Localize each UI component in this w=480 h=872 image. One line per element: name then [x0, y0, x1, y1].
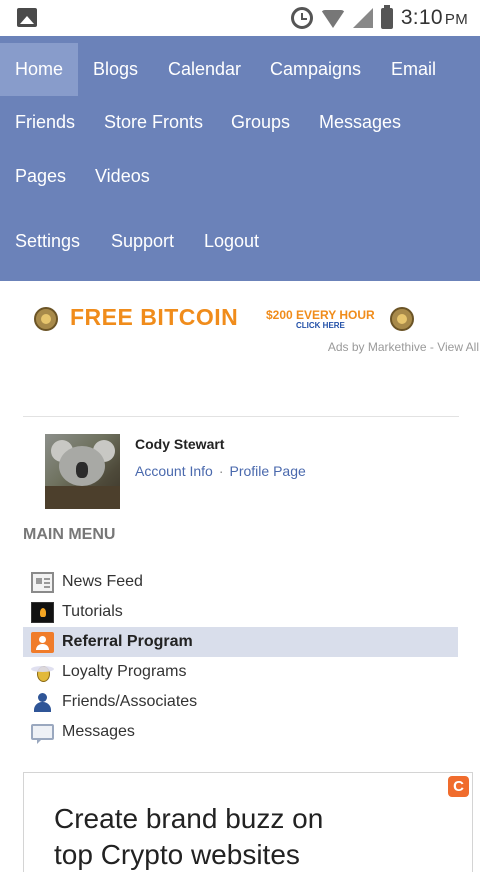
menu-item-label: Loyalty Programs: [62, 663, 187, 680]
bitcoin-coin-icon: [34, 307, 58, 331]
menu-item-loyalty-programs[interactable]: Loyalty Programs: [23, 657, 458, 687]
ad-title: FREE BITCOIN: [70, 304, 239, 330]
referral-icon: [31, 631, 54, 653]
menu-item-label: Friends/Associates: [62, 693, 198, 710]
menu-item-referral-program[interactable]: Referral Program: [23, 627, 458, 657]
promo-headline-2: top Crypto websites: [54, 839, 300, 870]
signal-icon: [352, 8, 373, 28]
avatar[interactable]: [45, 434, 120, 509]
nav-support[interactable]: Support: [96, 215, 189, 268]
nav-blogs[interactable]: Blogs: [78, 43, 153, 96]
bitcoin-coin-icon: [390, 307, 414, 331]
promo-headline: Create brand buzz on: [54, 803, 324, 834]
battery-icon: [380, 4, 393, 29]
time-ampm: PM: [444, 11, 468, 28]
menu-item-label: Messages: [62, 723, 135, 740]
koala-nose: [76, 462, 88, 478]
nav-store-fronts[interactable]: Store Fronts: [89, 96, 218, 149]
ad-offer: $200 EVERY HOUR: [266, 308, 375, 322]
wifi-icon: [320, 10, 345, 28]
nav-logout[interactable]: Logout: [189, 215, 274, 268]
ad-cta: CLICK HERE: [296, 321, 345, 330]
menu-item-tutorials[interactable]: Tutorials: [23, 597, 458, 627]
account-info-link[interactable]: Account Info: [135, 463, 213, 479]
menu-item-label: Referral Program: [62, 633, 193, 650]
divider: [23, 416, 459, 417]
main-nav: Home Blogs Calendar Campaigns Email Frie…: [0, 36, 480, 281]
message-icon: [31, 724, 54, 744]
promo-ad-card[interactable]: C Create brand buzz on top Crypto websit…: [23, 772, 473, 872]
link-separator: ·: [218, 463, 224, 479]
status-bar: 3:10 PM: [0, 0, 480, 36]
profile-links: Account Info · Profile Page: [135, 463, 306, 479]
status-icons: 3:10 PM: [290, 4, 468, 32]
koala-branch: [45, 486, 120, 509]
nav-home[interactable]: Home: [0, 43, 79, 96]
nav-videos[interactable]: Videos: [80, 150, 165, 203]
person-icon: [31, 692, 54, 713]
menu-item-label: News Feed: [62, 573, 143, 590]
nav-groups[interactable]: Groups: [216, 96, 305, 149]
bitcoin-ad-banner[interactable]: FREE BITCOIN $200 EVERY HOUR CLICK HERE: [30, 302, 420, 336]
menu-item-messages[interactable]: Messages: [23, 717, 458, 747]
menu-item-news-feed[interactable]: News Feed: [23, 567, 458, 597]
tutorials-icon: [31, 601, 54, 623]
alarm-icon: [290, 7, 313, 29]
user-name: Cody Stewart: [135, 436, 225, 452]
profile-page-link[interactable]: Profile Page: [230, 463, 306, 479]
news-feed-icon: [31, 571, 54, 593]
main-menu-list: News Feed Tutorials Referral Program Loy…: [23, 567, 458, 747]
ad-choices-icon[interactable]: C: [448, 776, 469, 797]
nav-messages[interactable]: Messages: [304, 96, 416, 149]
nav-campaigns[interactable]: Campaigns: [255, 43, 376, 96]
main-menu-heading: MAIN MENU: [23, 526, 116, 543]
bee-icon: [31, 662, 54, 683]
nav-friends[interactable]: Friends: [0, 96, 90, 149]
status-time: 3:10 PM: [401, 6, 468, 30]
nav-pages[interactable]: Pages: [0, 150, 81, 203]
time-value: 3:10: [400, 6, 443, 29]
menu-item-friends-associates[interactable]: Friends/Associates: [23, 687, 458, 717]
nav-calendar[interactable]: Calendar: [153, 43, 256, 96]
nav-email[interactable]: Email: [376, 43, 451, 96]
image-icon: [17, 8, 37, 27]
ads-by-link[interactable]: Ads by Markethive - View All: [328, 340, 479, 354]
nav-settings[interactable]: Settings: [0, 215, 95, 268]
menu-item-label: Tutorials: [62, 603, 123, 620]
